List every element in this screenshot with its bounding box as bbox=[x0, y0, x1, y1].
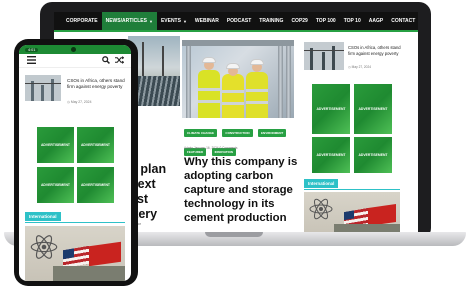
international-article-image[interactable] bbox=[25, 226, 125, 281]
section-divider bbox=[25, 222, 125, 223]
ad-label: ADVERTISEMENT bbox=[80, 183, 110, 187]
main-navigation: CORPORATE NEWS/ARTICLES ▼ EVENTS ▼ WEBINAR… bbox=[54, 12, 418, 30]
tag-construction[interactable]: CONSTRUCTION bbox=[222, 129, 253, 137]
advertisement[interactable]: ADVERTISEMENT bbox=[354, 84, 392, 134]
nav-item-label: EVENTS bbox=[160, 18, 181, 24]
shuffle-icon[interactable] bbox=[115, 56, 125, 66]
phone-screen: 4:01 CSOs in Africa, others stand firm a… bbox=[19, 45, 131, 281]
atom-icon bbox=[308, 198, 334, 225]
section-label-international[interactable]: International bbox=[25, 212, 61, 221]
post-date: ◷ May 27, 2024 bbox=[67, 100, 92, 104]
nav-item-training[interactable]: TRAINING bbox=[255, 12, 287, 30]
nav-item-aagp[interactable]: AAGP bbox=[365, 12, 387, 30]
menu-icon[interactable] bbox=[27, 56, 36, 66]
nav-item-corporate[interactable]: CORPORATE bbox=[62, 12, 102, 30]
section-label-international[interactable]: International bbox=[304, 179, 339, 188]
advertisement[interactable]: ADVERTISEMENT bbox=[312, 84, 350, 134]
advertisement[interactable]: ADVERTISEMENT bbox=[37, 167, 74, 203]
nav-item-label: NEWS/ARTICLES bbox=[105, 18, 147, 24]
nav-item-podcast[interactable]: PODCAST bbox=[223, 12, 255, 30]
post-title[interactable]: CSOs in Africa, others stand firm agains… bbox=[67, 78, 127, 90]
advertisement[interactable]: ADVERTISEMENT bbox=[354, 137, 392, 173]
ad-label: ADVERTISEMENT bbox=[316, 107, 346, 111]
date-text: May 27, 2024 bbox=[351, 65, 371, 69]
post-thumbnail[interactable] bbox=[25, 75, 61, 101]
article-meta: Admin January 16, 2024 0 Comments bbox=[184, 146, 238, 150]
search-icon[interactable] bbox=[102, 56, 110, 66]
side-post-title[interactable]: CSOs in Africa, others stand firm agains… bbox=[348, 45, 408, 56]
chevron-down-icon: ▼ bbox=[148, 18, 153, 24]
nav-underline bbox=[54, 30, 418, 32]
nav-item-events[interactable]: EVENTS ▼ bbox=[157, 12, 191, 30]
ad-label: ADVERTISEMENT bbox=[316, 153, 346, 157]
tag-environment[interactable]: ENVIRONMENT bbox=[258, 129, 287, 137]
nav-item-contact[interactable]: CONTACT bbox=[387, 12, 418, 30]
featured-article-image[interactable] bbox=[182, 40, 294, 118]
date-text: May 27, 2024 bbox=[70, 100, 92, 104]
nav-item-webinar[interactable]: WEBINAR bbox=[191, 12, 223, 30]
side-post-thumbnail[interactable] bbox=[304, 42, 344, 70]
ad-label: ADVERTISEMENT bbox=[358, 153, 388, 157]
advertisement[interactable]: ADVERTISEMENT bbox=[77, 167, 114, 203]
nav-item-cop29[interactable]: COP29 bbox=[287, 12, 311, 30]
ad-label: ADVERTISEMENT bbox=[358, 107, 388, 111]
side-post-date: ◷ May 27, 2024 bbox=[348, 65, 371, 69]
atom-icon bbox=[29, 234, 59, 265]
status-time: 4:01 bbox=[25, 47, 39, 52]
phone-status-bar: 4:01 bbox=[19, 45, 131, 54]
section-divider bbox=[304, 189, 400, 190]
ad-label: ADVERTISEMENT bbox=[80, 143, 110, 147]
nav-item-top-10[interactable]: TOP 10 bbox=[340, 12, 365, 30]
featured-article-title[interactable]: Why this company is adopting carbon capt… bbox=[184, 155, 298, 225]
chevron-down-icon: ▼ bbox=[182, 18, 187, 24]
nav-item-news-articles[interactable]: NEWS/ARTICLES ▼ bbox=[101, 12, 157, 30]
international-article-image[interactable] bbox=[304, 192, 400, 235]
phone-navigation bbox=[19, 54, 131, 68]
ad-label: ADVERTISEMENT bbox=[40, 143, 70, 147]
ad-label: ADVERTISEMENT bbox=[40, 183, 70, 187]
nav-item-top-100[interactable]: TOP 100 bbox=[312, 12, 340, 30]
advertisement[interactable]: ADVERTISEMENT bbox=[77, 127, 114, 163]
advertisement[interactable]: ADVERTISEMENT bbox=[312, 137, 350, 173]
laptop-notch bbox=[205, 232, 263, 237]
camera-notch bbox=[71, 47, 76, 52]
tag-climate-change[interactable]: CLIMATE CHANGE bbox=[184, 129, 217, 137]
article-tags: CLIMATE CHANGE CONSTRUCTION ENVIRONMENT … bbox=[184, 121, 296, 159]
advertisement[interactable]: ADVERTISEMENT bbox=[37, 127, 74, 163]
